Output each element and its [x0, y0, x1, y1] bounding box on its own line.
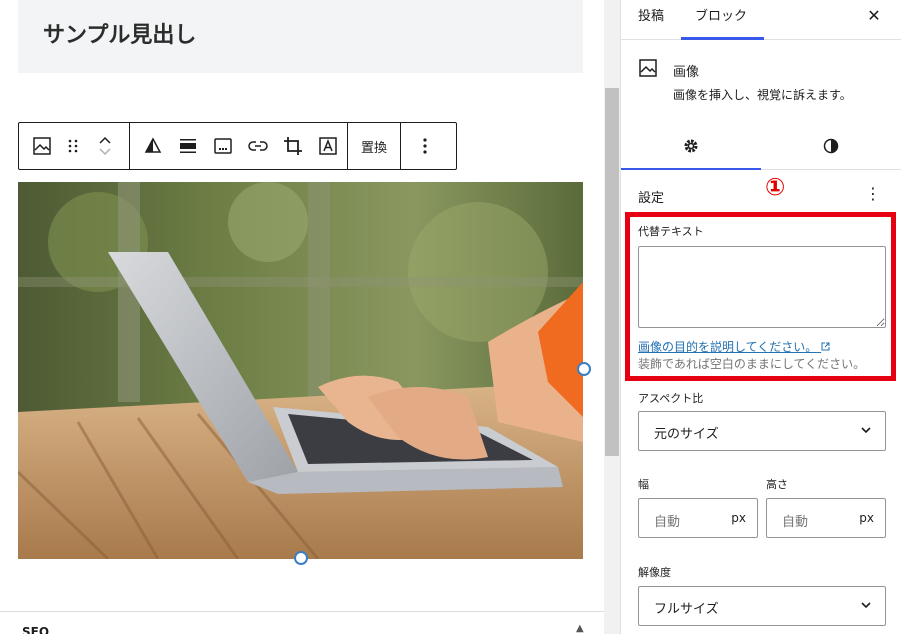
editor-canvas: サンプル見出し 置換 SEO ▲: [0, 0, 604, 634]
settings-panel-title[interactable]: 設定: [638, 187, 664, 206]
toolbar-group-tools: [130, 123, 348, 169]
align-icon[interactable]: [173, 123, 203, 169]
block-card-description: 画像を挿入し、視覚に訴えます。: [673, 88, 852, 102]
chevron-down-icon: [861, 427, 871, 434]
height-input[interactable]: 自動 px: [766, 498, 886, 538]
resolution-select[interactable]: フルサイズ: [638, 586, 886, 626]
block-mover: [81, 123, 129, 169]
alt-text-help-link-label[interactable]: 画像の目的を説明してください。: [638, 340, 817, 354]
caption-icon[interactable]: [208, 123, 238, 169]
move-down-icon[interactable]: [99, 148, 111, 156]
more-options-icon[interactable]: [410, 123, 440, 169]
seo-label: SEO: [22, 625, 50, 634]
gear-icon: [684, 139, 698, 153]
block-card: 画像 画像を挿入し、視覚に訴えます。: [621, 40, 901, 120]
aspect-ratio-value: 元のサイズ: [654, 427, 719, 442]
sidebar-tabs: 投稿 ブロック ✕: [621, 0, 901, 40]
width-input[interactable]: 自動 px: [638, 498, 758, 538]
move-up-icon[interactable]: [99, 136, 111, 144]
chevron-down-icon: [861, 602, 871, 609]
height-unit[interactable]: px: [859, 511, 874, 525]
seo-panel[interactable]: SEO ▲: [0, 611, 604, 634]
image-icon: [639, 59, 657, 81]
callout-marker: ①: [765, 173, 786, 201]
chevron-up-icon[interactable]: ▲: [576, 623, 584, 634]
height-label: 高さ: [766, 478, 788, 491]
block-card-title: 画像: [673, 65, 700, 80]
link-icon[interactable]: [243, 123, 273, 169]
panel-options-icon[interactable]: ⋮: [865, 184, 881, 204]
heading-block[interactable]: サンプル見出し: [18, 0, 583, 73]
toolbar-group-replace: 置換: [348, 123, 402, 169]
resize-handle-bottom[interactable]: [294, 551, 308, 565]
image-block-icon[interactable]: [19, 123, 65, 169]
tab-block[interactable]: ブロック: [681, 0, 764, 40]
width-label: 幅: [638, 478, 649, 491]
tab-settings[interactable]: [621, 122, 761, 170]
external-link-icon: [821, 342, 830, 351]
tab-styles[interactable]: [761, 122, 901, 170]
width-unit[interactable]: px: [731, 511, 746, 525]
image-laptop-typing[interactable]: [18, 182, 583, 559]
crop-icon[interactable]: [278, 123, 308, 169]
settings-sidebar: 投稿 ブロック ✕ 画像 画像を挿入し、視覚に訴えます。 設定 ① ⋮ 代替テキ…: [620, 0, 901, 634]
settings-style-tabs: [621, 122, 901, 170]
toolbar-group-options: [401, 123, 449, 169]
heading-text[interactable]: サンプル見出し: [43, 17, 196, 49]
alt-text-help-text: 装飾であれば空白のままにしてください。: [638, 357, 866, 371]
contrast-icon: [823, 138, 839, 154]
block-toolbar: 置換: [18, 122, 457, 170]
width-placeholder: 自動: [654, 515, 681, 530]
resolution-label: 解像度: [638, 566, 671, 579]
toolbar-group-block: [19, 123, 130, 169]
resize-handle-right[interactable]: [577, 362, 591, 376]
aspect-ratio-label: アスペクト比: [638, 392, 704, 405]
resolution-value: フルサイズ: [654, 602, 719, 617]
tab-post[interactable]: 投稿: [638, 0, 664, 40]
replace-button[interactable]: 置換: [348, 123, 400, 169]
close-icon[interactable]: ✕: [864, 6, 884, 26]
height-placeholder: 自動: [782, 515, 809, 530]
aspect-ratio-select[interactable]: 元のサイズ: [638, 411, 886, 451]
drag-handle-icon[interactable]: [65, 123, 81, 169]
alt-text-label: 代替テキスト: [638, 225, 704, 238]
editor-scrollbar-thumb[interactable]: [605, 88, 619, 456]
text-overlay-icon[interactable]: [313, 123, 343, 169]
duotone-icon[interactable]: [138, 123, 168, 169]
alt-text-help-link[interactable]: 画像の目的を説明してください。: [638, 338, 830, 355]
alt-text-field[interactable]: [638, 246, 886, 328]
